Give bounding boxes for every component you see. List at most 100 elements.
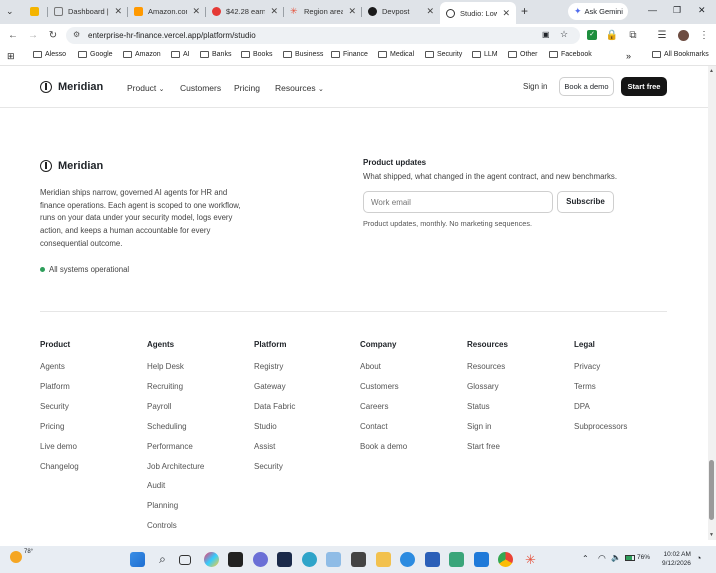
close-tab-icon[interactable]: ✕: [114, 6, 122, 17]
close-tab-icon[interactable]: ✕: [270, 6, 278, 17]
close-tab-icon[interactable]: ✕: [192, 6, 200, 17]
k-app-icon[interactable]: [400, 552, 415, 567]
bookmark-finance[interactable]: Finance: [331, 51, 368, 58]
url-text[interactable]: enterprise-hr-finance.vercel.app/platfor…: [88, 31, 256, 40]
system-status[interactable]: All systems operational: [40, 265, 129, 274]
reload-icon[interactable]: ↻: [46, 28, 60, 42]
address-bar[interactable]: ⚙ enterprise-hr-finance.vercel.app/platf…: [66, 27, 580, 44]
footer-link[interactable]: Glossary: [467, 382, 499, 391]
tab-2[interactable]: Dashboard | ✕: [48, 3, 128, 20]
more-bookmarks-icon[interactable]: »: [626, 51, 631, 61]
footer-link[interactable]: DPA: [574, 402, 590, 411]
bookmark-facebook[interactable]: Facebook: [549, 51, 592, 58]
footer-link[interactable]: Status: [467, 402, 490, 411]
chat-app-icon[interactable]: [253, 552, 268, 567]
battery-indicator[interactable]: 76%: [625, 554, 650, 561]
tab-5[interactable]: ✳ Region area ✕: [284, 3, 362, 20]
terminal-app-icon[interactable]: [228, 552, 243, 567]
work-email-input[interactable]: [363, 191, 553, 213]
volume-icon[interactable]: 🔈: [611, 553, 621, 562]
footer-link[interactable]: Book a demo: [360, 442, 407, 451]
footer-link[interactable]: Planning: [147, 501, 178, 510]
monitor-app-icon[interactable]: [351, 552, 366, 567]
tab-4[interactable]: $42.28 earn ✕: [206, 3, 284, 20]
bookmark-banks[interactable]: Banks: [200, 51, 231, 58]
bookmark-ai[interactable]: AI: [171, 51, 190, 58]
footer-link[interactable]: Start free: [467, 442, 500, 451]
footer-link[interactable]: Pricing: [40, 422, 64, 431]
globe-app-icon[interactable]: [302, 552, 317, 567]
bookmark-amazon[interactable]: Amazon: [123, 51, 161, 58]
copilot-icon[interactable]: [204, 552, 219, 567]
footer-link[interactable]: Performance: [147, 442, 193, 451]
tab-search-icon[interactable]: ⌄: [6, 6, 14, 17]
search-icon[interactable]: ⌕: [155, 552, 170, 567]
restore-icon[interactable]: ❐: [673, 5, 681, 16]
footer-brand[interactable]: Meridian: [40, 160, 103, 172]
nav-product[interactable]: Product ⌄: [127, 83, 165, 93]
footer-link[interactable]: Changelog: [40, 462, 79, 471]
footer-link[interactable]: Terms: [574, 382, 596, 391]
apps-grid-icon[interactable]: ⊞: [7, 51, 15, 62]
brand-logo[interactable]: Meridian: [40, 81, 103, 93]
tab-active[interactable]: Studio: Low ✕: [440, 2, 516, 24]
bookmark-star-icon[interactable]: ☆: [560, 29, 568, 40]
profile-avatar[interactable]: [676, 28, 690, 42]
scroll-up-icon[interactable]: ▲: [709, 68, 714, 74]
extensions-puzzle-icon[interactable]: ⧉: [626, 28, 640, 42]
bookmark-llm[interactable]: LLM: [472, 51, 498, 58]
tab-1[interactable]: [24, 3, 46, 20]
claude-app-icon[interactable]: ✳: [523, 552, 538, 567]
page-scrollbar[interactable]: ▲ ▼: [708, 66, 716, 540]
bookmark-medical[interactable]: Medical: [378, 51, 414, 58]
bookmark-alesso[interactable]: Alesso: [33, 51, 66, 58]
bookmark-business[interactable]: Business: [283, 51, 323, 58]
footer-link[interactable]: Agents: [40, 362, 65, 371]
close-tab-icon[interactable]: ✕: [348, 6, 356, 17]
minimize-icon[interactable]: —: [648, 5, 657, 15]
footer-link[interactable]: About: [360, 362, 381, 371]
close-tab-icon[interactable]: ✕: [502, 8, 510, 19]
bookmark-books[interactable]: Books: [241, 51, 272, 58]
windows-start-icon[interactable]: [130, 552, 145, 567]
weather-widget[interactable]: 78°: [10, 549, 33, 563]
nav-customers[interactable]: Customers: [180, 83, 221, 93]
start-free-button[interactable]: Start free: [621, 77, 667, 96]
cast-icon[interactable]: ▣: [542, 30, 550, 39]
footer-link[interactable]: Recruiting: [147, 382, 183, 391]
footer-link[interactable]: Subprocessors: [574, 422, 627, 431]
ask-gemini-button[interactable]: ✦ Ask Gemini: [568, 3, 628, 20]
clock[interactable]: 10:02 AM 9/12/2026: [662, 550, 691, 568]
nav-resources[interactable]: Resources ⌄: [275, 83, 324, 93]
new-tab-button[interactable]: +: [521, 4, 528, 18]
tray-overflow-icon[interactable]: ⌃: [582, 554, 589, 563]
footer-link[interactable]: Platform: [40, 382, 70, 391]
scrollbar-thumb[interactable]: [709, 460, 714, 520]
footer-link[interactable]: Job Architecture: [147, 462, 204, 471]
site-info-icon[interactable]: ⚙: [73, 30, 80, 39]
footer-link[interactable]: Help Desk: [147, 362, 184, 371]
footer-link[interactable]: Audit: [147, 481, 165, 490]
footer-link[interactable]: Customers: [360, 382, 399, 391]
footer-link[interactable]: Gateway: [254, 382, 286, 391]
tab-6[interactable]: Devpost ✕: [362, 3, 440, 20]
footer-link[interactable]: Contact: [360, 422, 388, 431]
extension-check-icon[interactable]: ✓: [585, 28, 599, 42]
task-view-icon[interactable]: [179, 555, 191, 565]
scroll-down-icon[interactable]: ▼: [709, 532, 714, 538]
footer-link[interactable]: Careers: [360, 402, 388, 411]
subscribe-button[interactable]: Subscribe: [557, 191, 614, 213]
calculator-app-icon[interactable]: [449, 552, 464, 567]
footer-link[interactable]: Controls: [147, 521, 177, 530]
outlook-app-icon[interactable]: [474, 552, 489, 567]
back-icon[interactable]: ←: [6, 28, 20, 42]
menu-icon[interactable]: ⋮: [697, 28, 711, 42]
footer-link[interactable]: Data Fabric: [254, 402, 295, 411]
all-bookmarks[interactable]: All Bookmarks: [652, 51, 709, 58]
footer-link[interactable]: Registry: [254, 362, 283, 371]
word-app-icon[interactable]: [425, 552, 440, 567]
reading-list-icon[interactable]: ☰: [655, 28, 669, 42]
chrome-app-icon[interactable]: [498, 552, 513, 567]
bookmark-google[interactable]: Google: [78, 51, 113, 58]
sign-in-link[interactable]: Sign in: [523, 82, 547, 91]
